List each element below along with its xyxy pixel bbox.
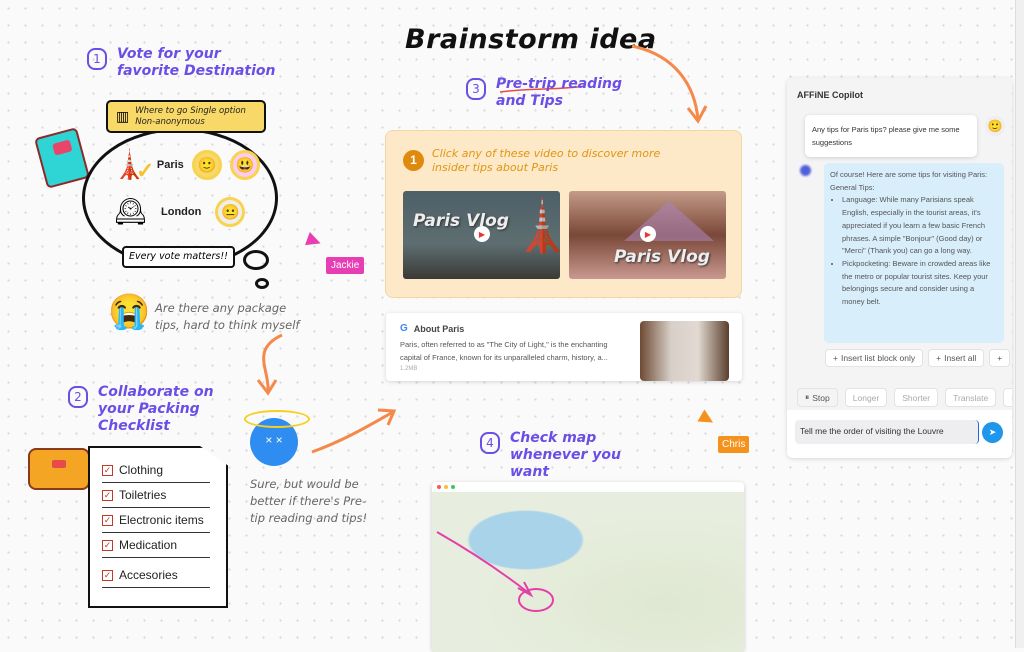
checkbox-checked[interactable]: ✓ — [102, 489, 113, 501]
button-label: Stop — [812, 392, 830, 403]
copilot-panel: AFFiNE Copilot Any tips for Paris tips? … — [787, 78, 1012, 458]
copilot-title: AFFiNE Copilot — [797, 90, 863, 100]
checkbox-checked[interactable]: ✓ — [102, 514, 113, 526]
more-button[interactable]: Mo — [1003, 388, 1012, 407]
video-card: 1 Click any of these video to discover m… — [385, 130, 742, 298]
copilot-input[interactable]: Tell me the order of visiting the Louvre — [795, 420, 979, 444]
comment-2: Sure, but would be better if there's Pre… — [250, 477, 368, 525]
user-message: Any tips for Paris tips? please give me … — [805, 115, 977, 157]
button-label: Insert all — [944, 353, 977, 363]
stop-button[interactable]: ⏸ Stop — [797, 388, 838, 407]
heading-text: Pre-trip reading and Tips — [496, 76, 622, 109]
checklist-item[interactable]: ✓ Medication — [102, 533, 210, 558]
section-2-heading: 2 Collaborate on your Packing Checklist — [68, 384, 243, 435]
video-thumbnail[interactable]: Paris Vlog 🗼 ▶ — [403, 191, 560, 279]
item-label: Accesories — [119, 568, 178, 582]
halo-ring — [244, 410, 310, 428]
copilot-logo-icon — [800, 165, 811, 176]
map-window[interactable] — [432, 482, 744, 652]
insert-more-button[interactable]: + — [989, 349, 1011, 367]
arrow-right — [311, 410, 394, 454]
link-title: About Paris — [413, 323, 465, 334]
video-title: Paris Vlog — [413, 211, 509, 231]
item-label: Medication — [119, 538, 178, 552]
assistant-message: Of course! Here are some tips for visiti… — [824, 163, 1004, 343]
paris-street-image — [640, 321, 729, 381]
step-number: 3 — [466, 78, 486, 100]
insert-buttons: + Insert list block only + Insert all + — [825, 349, 1011, 367]
checkbox-checked[interactable]: ✓ — [102, 539, 113, 551]
insert-all-button[interactable]: + Insert all — [928, 349, 985, 367]
item-label: Toiletries — [119, 488, 167, 502]
file-size: 1.2MB — [400, 366, 418, 372]
longer-button[interactable]: Longer — [844, 388, 888, 407]
section-4-heading: 4 Check map whenever you want — [480, 430, 660, 481]
user-avatar: 🙂 — [985, 116, 1005, 136]
canvas-edge — [1015, 0, 1024, 648]
reply-item: Language: While many Parisians speak Eng… — [842, 194, 998, 258]
window-controls — [432, 482, 744, 492]
map-annotation — [436, 531, 554, 612]
item-label: Electronic items — [119, 513, 204, 527]
cursor-label-chris: Chris — [718, 436, 750, 453]
checklist-item[interactable]: ✓ Toiletries — [102, 483, 210, 508]
play-icon[interactable]: ▶ — [640, 226, 656, 242]
link-card-about-paris[interactable]: G About Paris Paris, often referred to a… — [386, 313, 742, 381]
button-label: Insert list block only — [840, 353, 916, 363]
google-icon: G — [400, 323, 408, 334]
eiffel-tower-image: 🗼 — [511, 198, 560, 254]
step-badge: 1 — [403, 150, 424, 171]
insert-list-block-button[interactable]: + Insert list block only — [825, 349, 924, 367]
shorter-button[interactable]: Shorter — [894, 388, 939, 407]
suitcase-sticker — [28, 448, 90, 490]
link-description: Paris, often referred to as "The City of… — [400, 340, 608, 362]
checklist-item[interactable]: ✓ Electronic items — [102, 508, 210, 533]
checklist-paper: ✓ Clothing ✓ Toiletries ✓ Electronic items … — [88, 446, 228, 608]
checklist-item[interactable]: ✓ Accesories — [102, 563, 210, 588]
item-label: Clothing — [119, 463, 164, 477]
checklist-item[interactable]: ✓ Clothing — [102, 458, 210, 483]
action-buttons: ⏸ Stop Longer Shorter Translate Mo — [797, 388, 1012, 407]
reply-intro: Of course! Here are some tips for visiti… — [830, 170, 988, 179]
video-thumbnail[interactable]: Paris Vlog ▶ — [569, 191, 726, 279]
step-number: 4 — [480, 432, 500, 454]
translate-button[interactable]: Translate — [945, 388, 997, 407]
step-number: 2 — [68, 386, 88, 408]
video-card-text: Click any of these video to discover mor… — [432, 147, 661, 174]
video-title: Paris Vlog — [614, 247, 710, 267]
louvre-pyramid-image — [624, 201, 714, 241]
reply-item: Pickpocketing: Beware in crowded areas l… — [842, 258, 998, 309]
heading-text: Check map whenever you want — [510, 430, 621, 480]
reply-heading: General Tips: — [830, 182, 875, 192]
play-icon[interactable]: ▶ — [474, 226, 490, 242]
checkbox-checked[interactable]: ✓ — [102, 569, 113, 581]
heading-text: Collaborate on your Packing Checklist — [98, 384, 214, 434]
checkbox-checked[interactable]: ✓ — [102, 464, 113, 476]
europe-map[interactable] — [432, 492, 744, 652]
section-3-heading: 3 Pre-trip reading and Tips — [466, 76, 626, 110]
send-icon[interactable]: ➤ — [982, 422, 1003, 443]
